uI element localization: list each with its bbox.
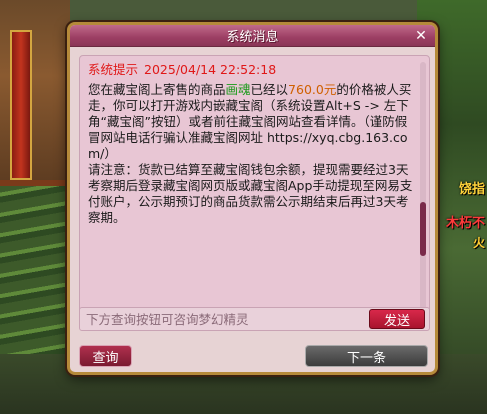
system-notice-header: 系统提示 2025/04/14 22:52:18 <box>88 62 418 78</box>
npc-sign-text: 火 <box>472 236 485 250</box>
message-timestamp: 2025/04/14 22:52:18 <box>144 62 277 77</box>
red-pillar <box>10 30 32 180</box>
item-name: 画魂 <box>225 82 251 97</box>
message-content: 系统提示 2025/04/14 22:52:18 您在藏宝阁上寄售的商品画魂已经以… <box>88 62 418 312</box>
message-text: 您在藏宝阁上寄售的商品 <box>88 82 226 97</box>
dialog-titlebar[interactable]: 系统消息 ✕ <box>70 25 435 47</box>
chat-input-row: 发送 <box>79 307 430 331</box>
message-scrollbar[interactable] <box>420 62 426 310</box>
message-text: 已经以 <box>250 82 289 97</box>
npc-sign-text: 饶指 <box>458 182 485 197</box>
sale-price: 760.0元 <box>288 82 337 97</box>
message-panel: 系统提示 2025/04/14 22:52:18 您在藏宝阁上寄售的商品画魂已经以… <box>79 55 430 317</box>
npc-sign-text: 木朽不 <box>445 216 485 231</box>
scrollbar-thumb[interactable] <box>420 202 426 256</box>
message-paragraph-notice: 请注意：货款已结算至藏宝阁钱包余额，提现需要经过3天考察期后登录藏宝阁网页版或藏… <box>88 162 413 225</box>
system-message-dialog: 系统消息 ✕ 系统提示 2025/04/14 22:52:18 您在藏宝阁上寄售的… <box>67 22 438 375</box>
system-tag: 系统提示 <box>88 62 139 77</box>
close-icon[interactable]: ✕ <box>413 28 429 44</box>
dialog-title: 系统消息 <box>226 30 279 45</box>
message-paragraph-sale: 您在藏宝阁上寄售的商品画魂已经以760.0元的价格被人买走，你可以打开游戏内嵌藏… <box>88 82 418 162</box>
query-input[interactable] <box>86 308 366 330</box>
send-button[interactable]: 发送 <box>369 309 425 329</box>
next-message-button[interactable]: 下一条 <box>305 345 428 367</box>
query-button[interactable]: 查询 <box>79 345 132 367</box>
